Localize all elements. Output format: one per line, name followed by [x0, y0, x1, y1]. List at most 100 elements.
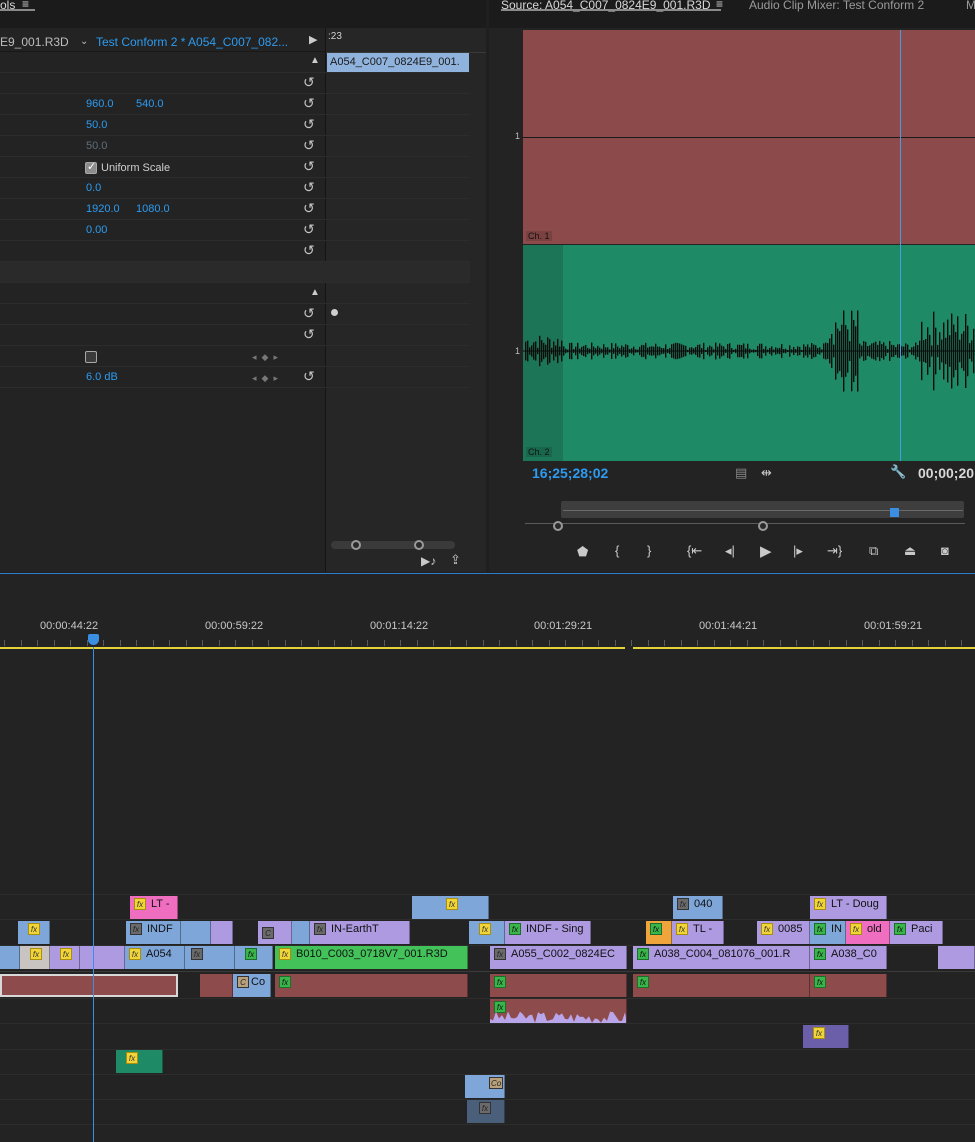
timeline-clip[interactable]: fx old — [846, 921, 890, 944]
timeline-clip[interactable]: fx B010_C003_0718V7_001.R3D — [275, 946, 468, 969]
fit-dropdown-icon[interactable]: ▤ — [735, 465, 747, 481]
position-y-value[interactable]: 540.0 — [136, 98, 164, 110]
reset-icon[interactable]: ↺ — [303, 116, 315, 133]
source-zoom-handle-right[interactable] — [758, 521, 768, 531]
source-timecode-in[interactable]: 16;25;28;02 — [532, 465, 608, 481]
wrench-icon[interactable]: 🔧 — [890, 464, 906, 480]
timeline-clip[interactable]: fx IN-EarthT — [310, 921, 410, 944]
timeline-clip[interactable] — [211, 921, 233, 944]
timeline-clip[interactable] — [0, 946, 20, 969]
timeline-clip[interactable]: fx 040 — [673, 896, 723, 919]
export-icon[interactable]: ⇪ — [450, 552, 461, 568]
timeline-clip[interactable]: fx A055_C002_0824EC — [490, 946, 627, 969]
timeline-clip[interactable] — [80, 946, 125, 969]
timeline-clip[interactable] — [938, 946, 975, 969]
reset-icon[interactable]: ↺ — [303, 95, 315, 112]
extra-tab[interactable]: M — [966, 0, 975, 12]
overwrite-icon[interactable]: ⏏ — [904, 543, 916, 559]
rotation-value[interactable]: 0.0 — [86, 182, 101, 194]
collapse-up-icon[interactable]: ▲ — [310, 287, 320, 298]
audio-clip[interactable]: fx — [116, 1050, 163, 1073]
sequence-clip-dropdown[interactable]: Test Conform 2 * A054_C007_082... — [96, 35, 288, 49]
play-only-audio-icon[interactable]: ▶ — [309, 33, 317, 46]
bypass-checkbox[interactable] — [85, 351, 97, 363]
go-to-in-icon[interactable]: {⇤ — [687, 543, 702, 559]
position-x-value[interactable]: 960.0 — [86, 98, 114, 110]
timeline-clip[interactable]: fx A038_C0 — [810, 946, 887, 969]
insert-icon[interactable]: ⧉ — [869, 543, 878, 559]
source-zoom-handle-left[interactable] — [553, 521, 563, 531]
timeline-clip[interactable]: fx A054 — [125, 946, 185, 969]
export-frame-camera-icon[interactable]: ◙ — [941, 543, 949, 558]
timeline-clip[interactable]: fx — [235, 946, 273, 969]
timeline-playhead-handle[interactable] — [88, 634, 99, 645]
chevron-down-icon[interactable]: ⌄ — [80, 36, 88, 47]
reset-icon[interactable]: ↺ — [303, 200, 315, 217]
audio-clip[interactable]: fx — [810, 974, 887, 997]
timeline-clip[interactable]: fx — [469, 921, 505, 944]
timeline-clip[interactable] — [181, 921, 211, 944]
audio-clip[interactable]: fx — [275, 974, 468, 997]
reset-icon[interactable]: ↺ — [303, 137, 315, 154]
source-playhead[interactable] — [900, 30, 901, 461]
audio-clip[interactable]: fx — [490, 974, 627, 997]
add-marker-icon[interactable]: ⬟ — [577, 544, 588, 560]
timeline-playhead[interactable] — [93, 647, 94, 1142]
play-audio-icon[interactable]: ▶♪ — [421, 554, 436, 568]
audio-level-value[interactable]: 6.0 dB — [86, 371, 118, 383]
reset-icon[interactable]: ↺ — [303, 158, 315, 175]
mark-in-icon[interactable]: { — [615, 543, 619, 558]
audio-clip-mixer-tab[interactable]: Audio Clip Mixer: Test Conform 2 — [749, 0, 924, 12]
timeline-clip[interactable]: fx — [50, 946, 80, 969]
keyframe-dot[interactable] — [331, 309, 338, 316]
keyframe-nav-icon[interactable]: ◂◆▸ — [252, 352, 283, 363]
timeline-clip[interactable]: fx — [18, 921, 50, 944]
play-icon[interactable]: ▶ — [760, 542, 772, 560]
audio-clip[interactable] — [0, 974, 178, 997]
audio-clip[interactable]: Co — [465, 1075, 505, 1098]
reset-icon[interactable]: ↺ — [303, 242, 315, 259]
timeline-clip[interactable]: fx LT - Doug — [810, 896, 887, 919]
reset-icon[interactable]: ↺ — [303, 74, 315, 91]
timeline-clip[interactable]: fx — [20, 946, 50, 969]
timeline-clip[interactable]: fx TL - — [672, 921, 724, 944]
reset-icon[interactable]: ↺ — [303, 179, 315, 196]
timeline-clip[interactable]: fx Paci — [890, 921, 943, 944]
timeline-clip[interactable]: fx — [646, 921, 672, 944]
work-area-bar[interactable] — [633, 647, 975, 649]
timeline-ruler[interactable] — [0, 574, 975, 654]
scale-value[interactable]: 50.0 — [86, 119, 107, 131]
drag-audio-icon[interactable]: ⇹ — [761, 465, 772, 481]
reset-icon[interactable]: ↺ — [303, 305, 315, 322]
zoom-handle-left[interactable] — [351, 540, 361, 550]
audio-clip[interactable]: fx — [633, 974, 810, 997]
reset-icon[interactable]: ↺ — [303, 221, 315, 238]
anchor-y-value[interactable]: 1080.0 — [136, 203, 170, 215]
timeline-clip[interactable]: fx — [412, 896, 489, 919]
mark-out-icon[interactable]: } — [647, 543, 651, 558]
reset-icon[interactable]: ↺ — [303, 326, 315, 343]
uniform-scale-checkbox[interactable] — [85, 160, 97, 174]
timeline-clip[interactable] — [292, 921, 310, 944]
timeline-clip[interactable]: fx LT - — [130, 896, 178, 919]
audio-clip[interactable]: fx — [467, 1100, 505, 1123]
mini-timeline-zoom-scroll[interactable] — [331, 541, 455, 549]
timeline-clip[interactable]: fx INDF — [126, 921, 181, 944]
collapse-up-icon[interactable]: ▲ — [310, 55, 320, 66]
audio-clip[interactable]: fx — [803, 1025, 849, 1048]
anchor-x-value[interactable]: 1920.0 — [86, 203, 120, 215]
audio-clip[interactable]: fx — [490, 999, 627, 1023]
timeline-clip[interactable]: fx A038_C004_081076_001.R — [633, 946, 810, 969]
timeline-clip[interactable]: C — [258, 921, 292, 944]
anti-flicker-value[interactable]: 0.00 — [86, 224, 107, 236]
source-playhead-marker[interactable] — [890, 508, 899, 517]
source-scrollbar-track[interactable] — [525, 523, 965, 524]
audio-clip[interactable]: C Co — [233, 974, 271, 997]
step-back-icon[interactable]: ◂| — [725, 543, 735, 559]
audio-clip[interactable] — [200, 974, 233, 997]
go-to-out-icon[interactable]: ⇥} — [827, 543, 842, 559]
reset-icon[interactable]: ↺ — [303, 368, 315, 385]
keyframe-nav-icon[interactable]: ◂◆▸ — [252, 373, 283, 384]
timeline-clip[interactable]: fx 0085 — [757, 921, 810, 944]
timeline-clip[interactable]: fx IN — [810, 921, 846, 944]
